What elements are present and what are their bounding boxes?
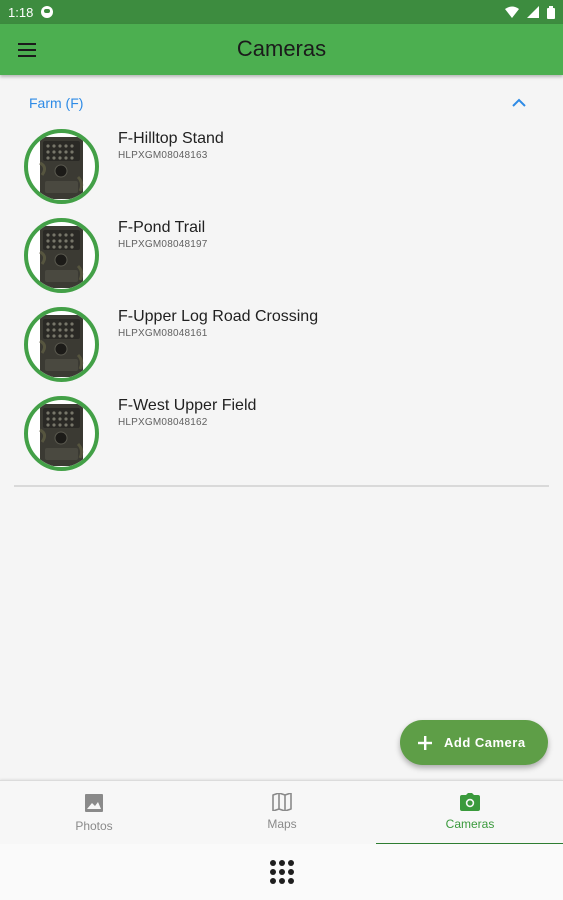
group-divider bbox=[14, 485, 549, 487]
camera-list-item[interactable]: F-Pond Trail HLPXGM08048197 bbox=[0, 214, 563, 303]
camera-name: F-Hilltop Stand bbox=[118, 130, 224, 147]
camera-list-item[interactable]: F-West Upper Field HLPXGM08048162 bbox=[0, 392, 563, 481]
trail-camera-image-icon bbox=[39, 137, 84, 199]
trail-camera-image-icon bbox=[39, 404, 84, 466]
nav-tab-photos[interactable]: Photos bbox=[0, 781, 188, 845]
camera-serial: HLPXGM08048197 bbox=[118, 239, 208, 250]
status-icons bbox=[505, 5, 555, 19]
signal-icon bbox=[527, 6, 539, 18]
camera-name: F-Pond Trail bbox=[118, 219, 206, 236]
map-icon bbox=[272, 793, 292, 811]
camera-thumbnail bbox=[24, 307, 99, 382]
add-camera-label: Add Camera bbox=[444, 735, 526, 750]
trail-camera-image-icon bbox=[39, 315, 84, 377]
camera-list-content: Farm (F) F-Hilltop Stand HLPXGM08048163 bbox=[0, 75, 563, 780]
add-camera-button[interactable]: Add Camera bbox=[400, 720, 548, 765]
image-icon bbox=[85, 794, 103, 812]
nav-label: Cameras bbox=[445, 817, 495, 831]
camera-list-item[interactable]: F-Hilltop Stand HLPXGM08048163 bbox=[0, 125, 563, 214]
chevron-up-icon bbox=[512, 98, 526, 107]
camera-serial: HLPXGM08048162 bbox=[118, 417, 208, 428]
trail-camera-image-icon bbox=[39, 226, 84, 288]
camera-name: F-West Upper Field bbox=[118, 397, 257, 414]
page-title: Cameras bbox=[236, 36, 327, 61]
camera-serial: HLPXGM08048161 bbox=[118, 328, 208, 339]
notification-icon bbox=[41, 6, 54, 18]
nav-tab-cameras[interactable]: Cameras bbox=[376, 781, 563, 845]
camera-serial: HLPXGM08048163 bbox=[118, 150, 208, 161]
wifi-icon bbox=[505, 6, 519, 18]
camera-thumbnail bbox=[24, 218, 99, 293]
plus-icon bbox=[418, 735, 432, 750]
nav-label: Photos bbox=[75, 819, 113, 833]
camera-thumbnail bbox=[24, 396, 99, 471]
camera-list-item[interactable]: F-Upper Log Road Crossing HLPXGM08048161 bbox=[0, 303, 563, 392]
camera-icon bbox=[460, 793, 480, 811]
bottom-navigation: Photos Maps Cameras bbox=[0, 780, 563, 845]
app-bar: Cameras bbox=[0, 24, 563, 75]
nav-tab-maps[interactable]: Maps bbox=[188, 781, 376, 845]
nav-label: Maps bbox=[267, 817, 297, 831]
camera-thumbnail bbox=[24, 129, 99, 204]
group-header-farm[interactable]: Farm (F) bbox=[29, 95, 83, 111]
battery-icon bbox=[547, 5, 555, 19]
app-drawer-icon[interactable] bbox=[269, 860, 294, 884]
system-navigation-bar bbox=[0, 844, 563, 900]
status-bar: 1:18 bbox=[0, 0, 563, 24]
status-time: 1:18 bbox=[8, 4, 34, 20]
collapse-group-button[interactable] bbox=[512, 94, 532, 110]
camera-name: F-Upper Log Road Crossing bbox=[118, 308, 319, 325]
